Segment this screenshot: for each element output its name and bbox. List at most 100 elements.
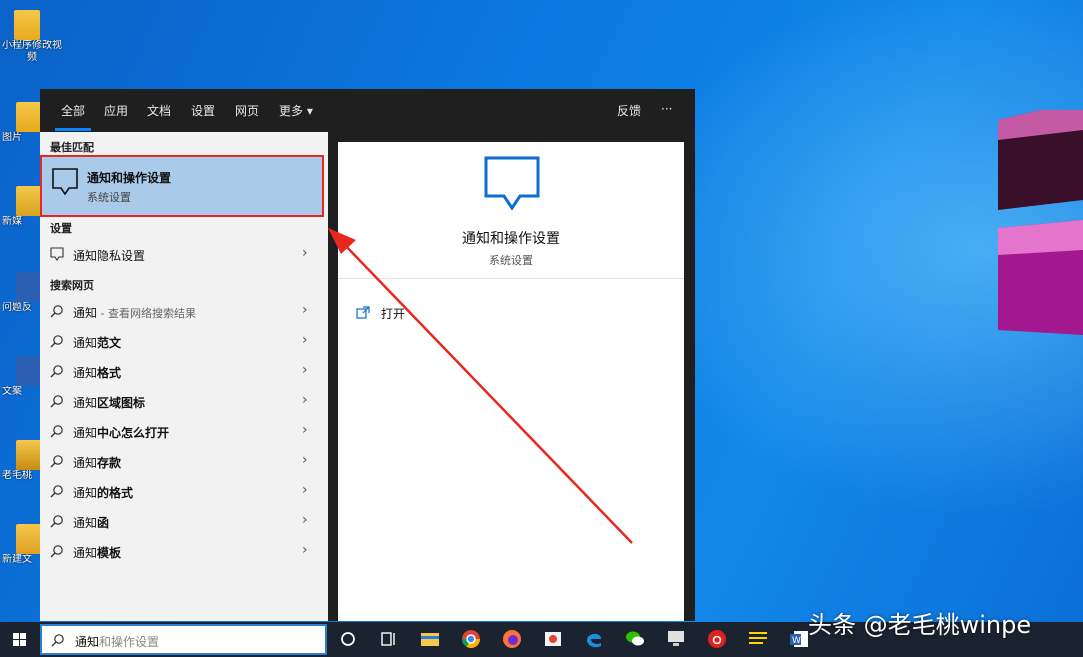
folder-icon [16, 524, 42, 554]
word-document-icon [16, 356, 42, 386]
web-result-item[interactable]: 通知模板 › [40, 536, 328, 566]
desktop-icon-label: 小程序修改视频 [2, 40, 62, 63]
chevron-right-icon: › [302, 542, 308, 558]
watermark: 头条 @老毛桃winpe [808, 611, 1032, 639]
svg-text:W: W [792, 636, 801, 646]
web-result-label: 通知函 [73, 514, 109, 531]
chrome-icon[interactable] [460, 628, 482, 650]
tab-web[interactable]: 网页 [235, 102, 259, 119]
open-label: 打开 [381, 307, 406, 321]
web-result-suggestion: 的格式 [97, 486, 134, 500]
divider [338, 278, 684, 279]
folder-icon [14, 10, 40, 40]
search-typed-text: 通知 [75, 635, 100, 649]
tab-apps[interactable]: 应用 [104, 102, 128, 119]
taskbar-search-box[interactable]: 通知和操作设置 [40, 624, 327, 655]
chevron-right-icon: › [302, 332, 308, 348]
task-view-icon[interactable] [378, 628, 400, 650]
web-result-suggestion: 格式 [97, 366, 122, 380]
windows-start-icon[interactable] [0, 622, 40, 657]
wechat-icon[interactable] [624, 628, 646, 650]
desktop-icon[interactable]: 小程序修改视频 [0, 10, 62, 64]
web-result-item[interactable]: 通知函 › [40, 506, 328, 536]
open-action[interactable]: 打开 [356, 304, 436, 324]
preview-pane: 通知和操作设置 系统设置 打开 [338, 142, 684, 621]
search-icon [51, 634, 64, 647]
settings-result-label: 通知隐私设置 [73, 249, 146, 263]
web-result-label: 通知存款 [73, 454, 121, 471]
settings-result-item[interactable]: 通知隐私设置 › [40, 239, 328, 269]
edge-icon[interactable] [583, 628, 605, 650]
chevron-right-icon: › [302, 482, 308, 498]
cortana-icon[interactable] [337, 628, 359, 650]
preview-subtitle: 系统设置 [489, 254, 533, 267]
search-icon [50, 305, 63, 318]
computer-icon[interactable] [665, 628, 687, 650]
chevron-right-icon: › [302, 245, 308, 261]
web-result-item[interactable]: 通知格式 › [40, 356, 328, 386]
web-result-query: 通知 [73, 426, 98, 440]
search-icon [50, 545, 63, 558]
tab-settings[interactable]: 设置 [191, 102, 215, 119]
results-list: 最佳匹配 通知和操作设置 系统设置 设置 通知隐私设置 › 搜索网页 通知 - … [40, 132, 328, 621]
open-icon [356, 306, 370, 319]
file-explorer-icon[interactable] [419, 628, 441, 650]
notepad-icon[interactable] [747, 628, 769, 650]
desktop-icon-label: 文案 [2, 386, 22, 397]
web-result-item[interactable]: 通知存款 › [40, 446, 328, 476]
web-result-suggestion: 区域图标 [97, 396, 146, 410]
desktop-icon-label: 新建文 [2, 554, 32, 565]
word-document-icon [16, 272, 42, 302]
web-result-query: 通知 [73, 306, 98, 320]
search-icon [50, 395, 63, 408]
feedback-button[interactable]: 反馈 [617, 102, 641, 119]
search-icon [50, 455, 63, 468]
web-result-suggestion: 模板 [97, 546, 122, 560]
web-result-query: 通知 [73, 366, 98, 380]
web-result-item[interactable]: 通知 - 查看网络搜索结果 › [40, 296, 328, 326]
tab-documents[interactable]: 文档 [147, 102, 171, 119]
search-flyout: 全部 应用 文档 设置 网页 更多 ▾ 反馈 ··· 最佳匹配 通知和操作设置 … [40, 89, 695, 621]
web-result-label: 通知的格式 [73, 484, 133, 501]
web-result-query: 通知 [73, 516, 98, 530]
chevron-right-icon: › [302, 512, 308, 528]
chevron-right-icon: › [302, 452, 308, 468]
section-settings: 设置 [50, 222, 72, 235]
search-autocomplete-text: 和操作设置 [99, 635, 160, 649]
desktop-icon-label: 图片 [2, 132, 22, 143]
web-result-item[interactable]: 通知的格式 › [40, 476, 328, 506]
web-result-item[interactable]: 通知范文 › [40, 326, 328, 356]
more-options-button[interactable]: ··· [661, 102, 672, 116]
firefox-icon[interactable] [501, 628, 523, 650]
web-result-query: 通知 [73, 456, 98, 470]
chevron-right-icon: › [302, 422, 308, 438]
web-result-label: 通知区域图标 [73, 394, 145, 411]
photos-app-icon[interactable] [542, 628, 564, 650]
word-icon[interactable]: W [788, 628, 810, 650]
web-result-item[interactable]: 通知区域图标 › [40, 386, 328, 416]
web-result-item[interactable]: 通知中心怎么打开 › [40, 416, 328, 446]
tab-all[interactable]: 全部 [54, 102, 92, 131]
web-result-query: 通知 [73, 486, 98, 500]
folder-icon [16, 102, 42, 132]
netease-music-icon[interactable] [706, 628, 728, 650]
web-result-suggestion: 函 [97, 516, 110, 530]
web-result-query: 通知 [73, 396, 98, 410]
chevron-right-icon: › [302, 302, 308, 318]
search-icon [50, 425, 63, 438]
desktop-icon-label: 新媒 [2, 216, 22, 227]
notification-icon [50, 247, 64, 261]
section-best-match: 最佳匹配 [50, 141, 94, 154]
search-icon [50, 485, 63, 498]
web-result-suggestion: 中心怎么打开 [97, 426, 170, 440]
annotation-highlight-box [40, 155, 324, 217]
chevron-right-icon: › [302, 362, 308, 378]
search-icon [50, 365, 63, 378]
windows-logo-wallpaper [998, 110, 1083, 335]
search-icon [50, 335, 63, 348]
web-result-hint: - 查看网络搜索结果 [97, 307, 196, 320]
web-result-query: 通知 [73, 336, 98, 350]
search-filter-tabs: 全部 应用 文档 设置 网页 更多 ▾ 反馈 ··· [40, 89, 695, 132]
chevron-right-icon: › [302, 392, 308, 408]
tab-more[interactable]: 更多 ▾ [279, 102, 313, 119]
